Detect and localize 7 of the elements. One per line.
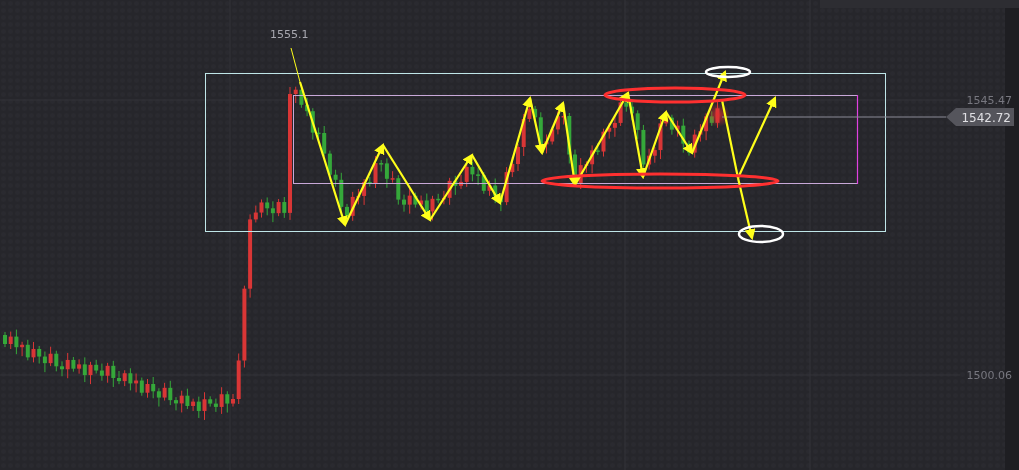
- axis-price-label: 1545.47: [966, 94, 1012, 107]
- glow-dot-icon: [706, 103, 730, 127]
- highlight-ellipse: [704, 65, 752, 79]
- highlight-ellipse: [737, 224, 785, 244]
- axis-price-label: 1500.06: [966, 369, 1012, 382]
- high-price-label: 1555.1: [270, 28, 309, 41]
- current-price-tag: 1542.72: [946, 108, 1014, 126]
